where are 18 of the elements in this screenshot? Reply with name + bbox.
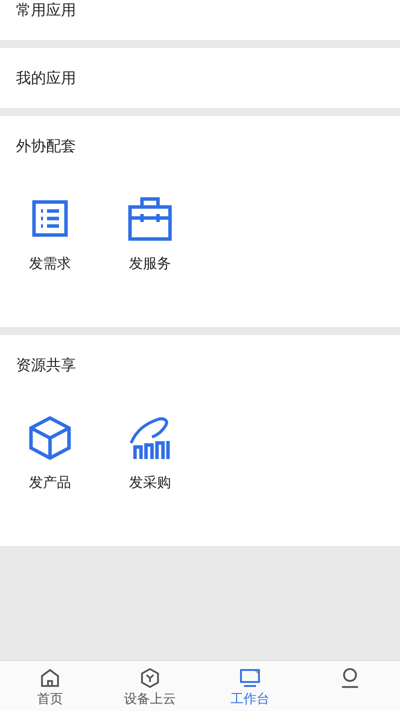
profile-icon	[339, 667, 361, 689]
app-shortcut[interactable]: 发采购	[100, 415, 200, 494]
box-icon	[27, 415, 73, 461]
toolbox-icon	[127, 196, 173, 242]
hexagon-icon	[139, 667, 161, 689]
hand-chart-icon	[127, 415, 173, 461]
monitor-icon	[239, 667, 261, 689]
tab[interactable]: 设备上云	[100, 661, 200, 711]
app-shortcut[interactable]: 发需求	[0, 196, 100, 275]
app-shortcut[interactable]: 发产品	[0, 415, 100, 494]
tab[interactable]: 工作台	[200, 661, 300, 711]
section-title: 常用应用	[16, 0, 76, 20]
tab[interactable]: 首页	[0, 661, 100, 711]
app-shortcut[interactable]: 发服务	[100, 196, 200, 275]
section-title: 外协配套	[16, 136, 76, 156]
home-icon	[39, 667, 61, 689]
section-title: 资源共享	[16, 355, 76, 375]
section-title: 我的应用	[16, 68, 76, 88]
